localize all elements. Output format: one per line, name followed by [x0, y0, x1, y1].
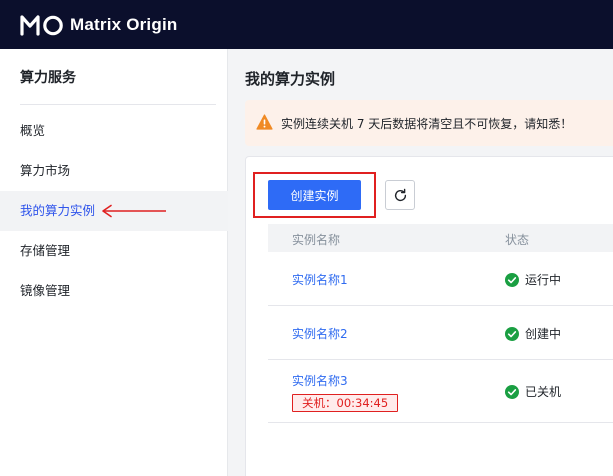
create-instance-button[interactable]: 创建实例	[268, 180, 361, 210]
sidebar-item-label: 算力市场	[20, 163, 71, 178]
status-text: 已关机	[525, 385, 562, 399]
sidebar-item-market[interactable]: 算力市场	[0, 151, 228, 191]
sidebar-title: 算力服务	[20, 70, 76, 86]
status-text: 运行中	[525, 273, 562, 287]
instance-name-link[interactable]: 实例名称3	[292, 372, 348, 389]
status-cell: 已关机	[505, 383, 561, 400]
instance-name-link[interactable]: 实例名称2	[292, 325, 348, 342]
warning-alert: 实例连续关机 7 天后数据将清空且不可恢复，请知悉！	[245, 100, 613, 146]
status-text: 创建中	[525, 327, 562, 341]
sidebar-item-my-instances[interactable]: 我的算力实例	[0, 191, 228, 231]
page-title: 我的算力实例	[245, 70, 336, 88]
column-header-name: 实例名称	[292, 233, 341, 247]
sidebar-item-images[interactable]: 镜像管理	[0, 271, 228, 311]
table-row: 实例名称1 运行中	[268, 252, 613, 306]
sidebar: 算力服务 概览 算力市场 我的算力实例 存储管理 镜像管理	[0, 49, 228, 476]
refresh-icon	[394, 188, 407, 202]
arrow-left-icon	[102, 204, 166, 218]
table-header: 实例名称 状态	[268, 224, 613, 252]
logo[interactable]: Matrix Origin	[20, 13, 177, 37]
alert-text: 实例连续关机 7 天后数据将清空且不可恢复，请知悉！	[281, 117, 573, 131]
check-circle-icon	[505, 384, 519, 399]
sidebar-item-label: 存储管理	[20, 243, 71, 258]
sidebar-item-label: 概览	[20, 123, 46, 138]
warning-icon	[256, 114, 273, 130]
column-header-status: 状态	[505, 233, 530, 247]
refresh-button[interactable]	[385, 180, 415, 210]
sidebar-item-storage[interactable]: 存储管理	[0, 231, 228, 271]
sidebar-item-label: 我的算力实例	[20, 203, 96, 218]
status-cell: 创建中	[505, 325, 561, 342]
sidebar-divider	[20, 104, 216, 105]
matrix-origin-logo-icon	[20, 15, 63, 36]
check-circle-icon	[505, 326, 519, 341]
sidebar-item-overview[interactable]: 概览	[0, 111, 228, 151]
table-row: 实例名称2 创建中	[268, 306, 613, 360]
check-circle-icon	[505, 272, 519, 287]
table-row: 实例名称3 关机：00:34:45 已关机	[268, 360, 613, 423]
sidebar-item-label: 镜像管理	[20, 283, 71, 298]
instance-name-link[interactable]: 实例名称1	[292, 271, 348, 288]
shutdown-timer-badge: 关机：00:34:45	[292, 394, 399, 412]
top-bar: Matrix Origin	[0, 0, 613, 49]
logo-text: Matrix Origin	[70, 15, 178, 34]
status-cell: 运行中	[505, 271, 561, 288]
